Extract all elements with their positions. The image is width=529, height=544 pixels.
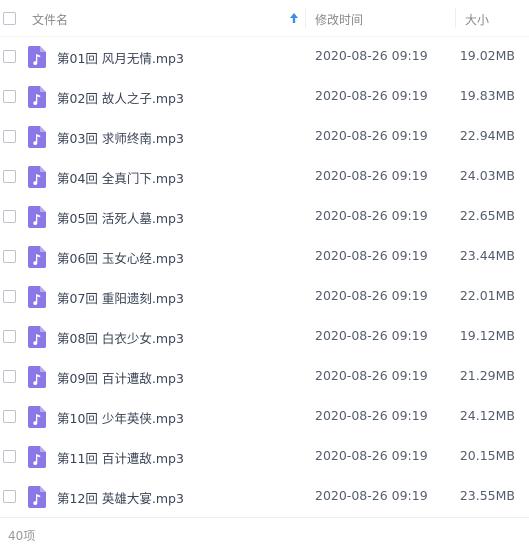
file-modified-time: 2020-08-26 09:19 (315, 48, 428, 63)
file-row[interactable]: 第07回 重阳遗刻.mp3 2020-08-26 09:19 22.01MB (0, 277, 529, 317)
column-divider[interactable] (305, 8, 306, 28)
arrow-up-icon[interactable] (289, 12, 299, 24)
row-checkbox[interactable] (3, 410, 16, 423)
file-size: 22.65MB (459, 208, 515, 223)
music-file-icon (28, 126, 46, 148)
music-file-icon (28, 326, 46, 348)
row-checkbox[interactable] (3, 330, 16, 343)
file-row[interactable]: 第06回 玉女心经.mp3 2020-08-26 09:19 23.44MB (0, 237, 529, 277)
status-bar: 40项 (0, 517, 529, 544)
column-header-size[interactable]: 大小 (465, 11, 489, 28)
file-size: 19.12MB (459, 328, 515, 343)
file-row[interactable]: 第04回 全真门下.mp3 2020-08-26 09:19 24.03MB (0, 157, 529, 197)
file-modified-time: 2020-08-26 09:19 (315, 208, 428, 223)
file-name[interactable]: 第10回 少年英侠.mp3 (57, 408, 184, 427)
file-modified-time: 2020-08-26 09:19 (315, 328, 428, 343)
file-row[interactable]: 第10回 少年英侠.mp3 2020-08-26 09:19 24.12MB (0, 397, 529, 437)
file-row[interactable]: 第02回 故人之子.mp3 2020-08-26 09:19 19.83MB (0, 77, 529, 117)
file-row[interactable]: 第01回 风月无情.mp3 2020-08-26 09:19 19.02MB (0, 37, 529, 77)
row-checkbox[interactable] (3, 50, 16, 63)
file-row[interactable]: 第09回 百计遭敌.mp3 2020-08-26 09:19 21.29MB (0, 357, 529, 397)
file-name[interactable]: 第04回 全真门下.mp3 (57, 168, 184, 187)
row-checkbox[interactable] (3, 250, 16, 263)
music-file-icon (28, 286, 46, 308)
music-file-icon (28, 446, 46, 468)
file-size: 23.44MB (459, 248, 515, 263)
file-name[interactable]: 第05回 活死人墓.mp3 (57, 208, 184, 227)
file-size: 22.01MB (459, 288, 515, 303)
music-file-icon (28, 246, 46, 268)
file-size: 24.03MB (459, 168, 515, 183)
file-modified-time: 2020-08-26 09:19 (315, 368, 428, 383)
file-modified-time: 2020-08-26 09:19 (315, 248, 428, 263)
file-size: 19.83MB (459, 88, 515, 103)
column-header-name[interactable]: 文件名 (32, 11, 68, 28)
file-name[interactable]: 第02回 故人之子.mp3 (57, 88, 184, 107)
file-size: 24.12MB (459, 408, 515, 423)
file-row[interactable]: 第11回 百计遭敌.mp3 2020-08-26 09:19 20.15MB (0, 437, 529, 477)
music-file-icon (28, 46, 46, 68)
music-file-icon (28, 86, 46, 108)
music-file-icon (28, 486, 46, 508)
file-name[interactable]: 第08回 白衣少女.mp3 (57, 328, 184, 347)
file-name[interactable]: 第07回 重阳遗刻.mp3 (57, 288, 184, 307)
row-checkbox[interactable] (3, 170, 16, 183)
file-modified-time: 2020-08-26 09:19 (315, 488, 428, 503)
file-modified-time: 2020-08-26 09:19 (315, 408, 428, 423)
file-list-header: 文件名 修改时间 大小 (0, 0, 529, 37)
music-file-icon (28, 406, 46, 428)
music-file-icon (28, 206, 46, 228)
row-checkbox[interactable] (3, 210, 16, 223)
file-name[interactable]: 第01回 风月无情.mp3 (57, 48, 184, 67)
file-name[interactable]: 第11回 百计遭敌.mp3 (57, 448, 184, 467)
select-all-checkbox[interactable] (3, 12, 16, 25)
file-name[interactable]: 第03回 求师终南.mp3 (57, 128, 184, 147)
file-size: 21.29MB (459, 368, 515, 383)
row-checkbox[interactable] (3, 130, 16, 143)
file-row[interactable]: 第03回 求师终南.mp3 2020-08-26 09:19 22.94MB (0, 117, 529, 157)
music-file-icon (28, 166, 46, 188)
file-size: 19.02MB (459, 48, 515, 63)
row-checkbox[interactable] (3, 450, 16, 463)
file-row[interactable]: 第12回 英雄大宴.mp3 2020-08-26 09:19 23.55MB (0, 477, 529, 517)
file-size: 23.55MB (459, 488, 515, 503)
file-size: 20.15MB (459, 448, 515, 463)
file-row[interactable]: 第08回 白衣少女.mp3 2020-08-26 09:19 19.12MB (0, 317, 529, 357)
file-modified-time: 2020-08-26 09:19 (315, 448, 428, 463)
file-size: 22.94MB (459, 128, 515, 143)
row-checkbox[interactable] (3, 290, 16, 303)
file-modified-time: 2020-08-26 09:19 (315, 288, 428, 303)
row-checkbox[interactable] (3, 490, 16, 503)
row-checkbox[interactable] (3, 90, 16, 103)
row-checkbox[interactable] (3, 370, 16, 383)
file-name[interactable]: 第12回 英雄大宴.mp3 (57, 488, 184, 507)
file-name[interactable]: 第09回 百计遭敌.mp3 (57, 368, 184, 387)
column-header-modified-time[interactable]: 修改时间 (315, 11, 363, 28)
column-divider[interactable] (455, 8, 456, 28)
item-count: 40项 (8, 529, 36, 543)
file-name[interactable]: 第06回 玉女心经.mp3 (57, 248, 184, 267)
music-file-icon (28, 366, 46, 388)
file-modified-time: 2020-08-26 09:19 (315, 168, 428, 183)
file-modified-time: 2020-08-26 09:19 (315, 128, 428, 143)
file-modified-time: 2020-08-26 09:19 (315, 88, 428, 103)
file-row[interactable]: 第05回 活死人墓.mp3 2020-08-26 09:19 22.65MB (0, 197, 529, 237)
